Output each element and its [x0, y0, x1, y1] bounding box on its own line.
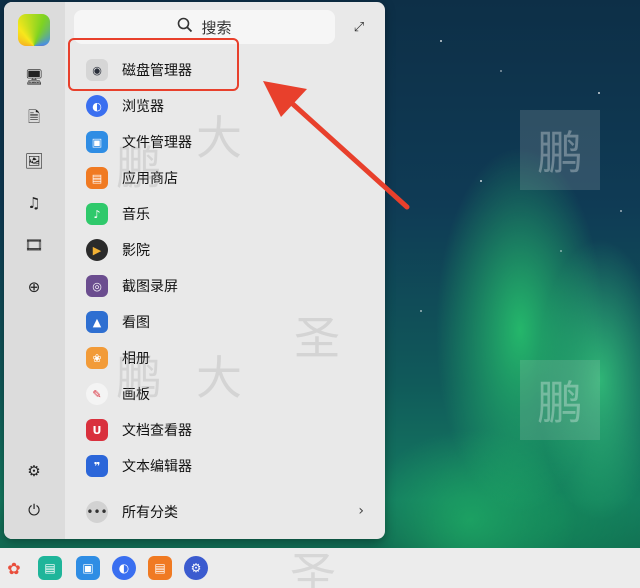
app-label: 浏览器 [122, 99, 164, 115]
all-categories-label: 所有分类 [122, 505, 178, 521]
app-label: 看图 [122, 315, 150, 331]
fullscreen-icon[interactable]: ⤢ [350, 18, 368, 36]
highlight-box [68, 38, 239, 91]
music-note-icon[interactable]: ♫ [24, 193, 44, 213]
file-manager-icon[interactable]: ▣ [76, 556, 100, 580]
file-manager-icon: ▣ [86, 131, 108, 153]
taskbar: ✿ ▤ ▣ ◐ ▤ ⚙ 圣 [0, 547, 640, 588]
document-viewer-icon: U [86, 419, 108, 441]
screenshot-icon: ◎ [86, 275, 108, 297]
power-icon[interactable]: ⏻ [24, 500, 44, 520]
music-icon: ♪ [86, 203, 108, 225]
launcher-icon[interactable]: ✿ [2, 556, 26, 580]
drawing-board-icon: ✎ [86, 383, 108, 405]
app-item-video[interactable]: ▶ 影院 [80, 235, 370, 265]
start-menu-sidebar: 🖥 🗎 🖼 ♫ 🎞 ⊕ ⚙ ⏻ [4, 2, 65, 539]
more-icon: ••• [86, 501, 108, 523]
search-icon [177, 17, 193, 37]
download-icon[interactable]: ⊕ [24, 277, 44, 297]
watermark-box: 鹏 [520, 110, 600, 190]
watermark-char: 鹏 [537, 126, 583, 180]
browser-icon: ◐ [86, 95, 108, 117]
watermark-char: 鹏 [537, 376, 583, 430]
app-label: 音乐 [122, 207, 150, 223]
watermark-char: 大 [196, 351, 242, 405]
watermark-char: 大 [196, 111, 242, 165]
watermark-box: 鹏 [520, 360, 600, 440]
document-icon[interactable]: 🗎 [24, 108, 44, 129]
chevron-right-icon: › [358, 503, 364, 519]
user-avatar[interactable] [18, 14, 50, 46]
picture-icon[interactable]: 🖼 [24, 151, 44, 171]
app-store-icon[interactable]: ▤ [148, 556, 172, 580]
app-label: 截图录屏 [122, 279, 178, 295]
app-item-screenshot[interactable]: ◎ 截图录屏 [80, 271, 370, 301]
watermark-char: 圣 [294, 311, 340, 365]
app-item-document-viewer[interactable]: U 文档查看器 [80, 415, 370, 445]
computer-icon[interactable]: 🖥 [24, 67, 44, 87]
annotation-arrow [263, 81, 410, 210]
video-player-icon: ▶ [86, 239, 108, 261]
app-label: 文本编辑器 [122, 459, 192, 475]
app-label: 文档查看器 [122, 423, 192, 439]
search-label: 搜索 [201, 18, 232, 37]
text-editor-icon: ❞ [86, 455, 108, 477]
watermark-char: 鹏 [116, 351, 162, 405]
app-store-icon: ▤ [86, 167, 108, 189]
video-icon[interactable]: 🎞 [24, 235, 44, 255]
watermark-char: 圣 [290, 547, 336, 588]
all-categories-button[interactable]: ••• 所有分类 › [80, 497, 370, 527]
control-center-icon[interactable]: ⚙ [184, 556, 208, 580]
app-label: 影院 [122, 243, 150, 259]
album-icon: ❀ [86, 347, 108, 369]
multitask-icon[interactable]: ▤ [38, 556, 62, 580]
browser-icon[interactable]: ◐ [112, 556, 136, 580]
watermark-char: 鹏 [116, 141, 162, 195]
settings-icon[interactable]: ⚙ [24, 461, 44, 481]
app-item-text-editor[interactable]: ❞ 文本编辑器 [80, 451, 370, 481]
image-viewer-icon: ▲ [86, 311, 108, 333]
